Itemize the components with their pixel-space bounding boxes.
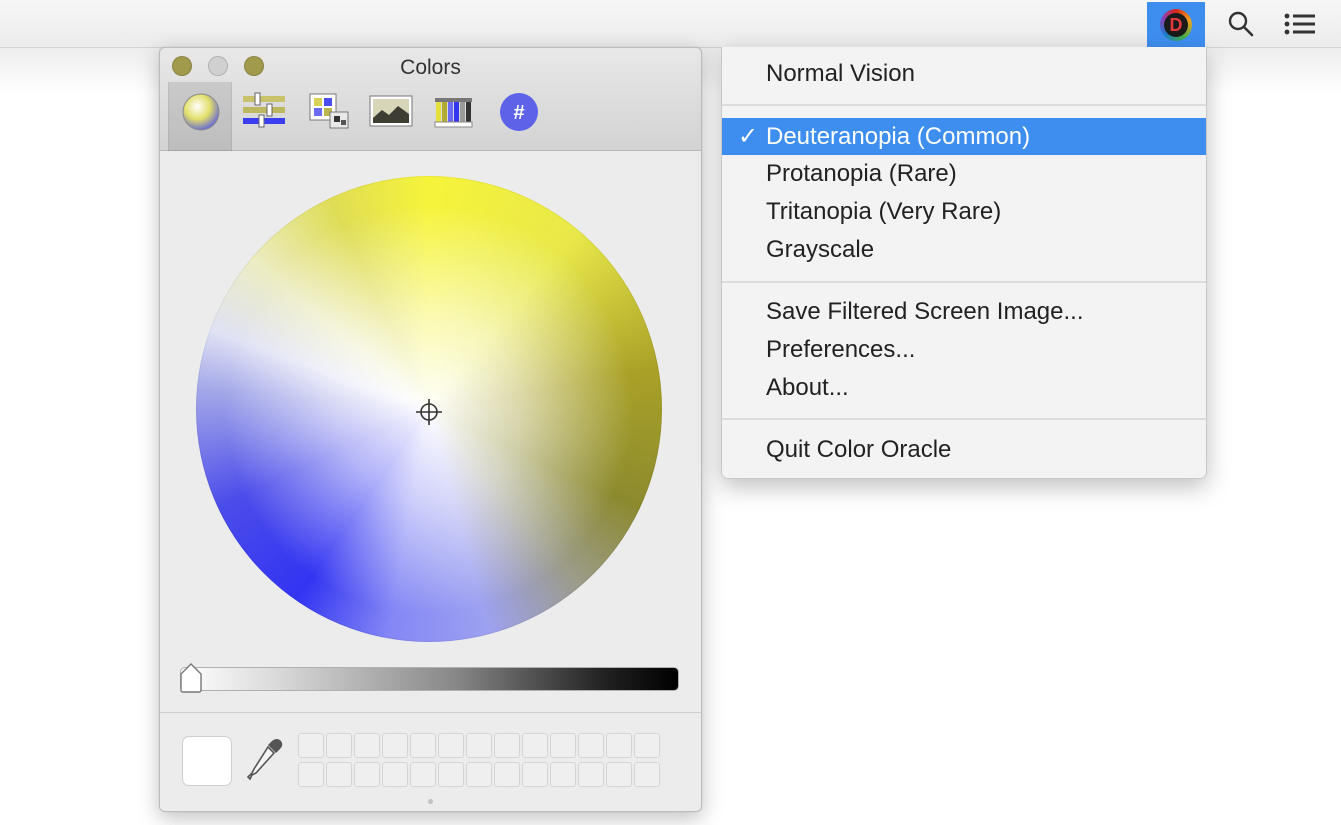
color-wheel-area: [160, 152, 701, 712]
current-color-swatch[interactable]: [182, 736, 232, 786]
swatch-slot[interactable]: [606, 733, 632, 758]
slider-knob[interactable]: [178, 662, 204, 694]
menu-item-label: Save Filtered Screen Image...: [766, 298, 1084, 325]
list-icon[interactable]: [1283, 10, 1317, 38]
menu-item-label: Protanopia (Rare): [766, 160, 957, 187]
menu-item-label: Tritanopia (Very Rare): [766, 198, 1002, 225]
custom-swatch-grid: [298, 733, 660, 788]
menu-item-label: Grayscale: [766, 236, 875, 263]
swatch-slot[interactable]: [522, 733, 548, 758]
swatch-slot[interactable]: [382, 733, 408, 758]
swatch-slot[interactable]: [410, 733, 436, 758]
menu-item-preferences[interactable]: Preferences...: [722, 331, 1206, 368]
brightness-slider[interactable]: [180, 667, 679, 691]
menu-item-protanopia[interactable]: Protanopia (Rare): [722, 155, 1206, 192]
panel-title: Colors: [400, 56, 461, 79]
colors-panel-titlebar[interactable]: Colors #: [160, 48, 701, 151]
color-oracle-icon: D: [1160, 9, 1192, 41]
menu-item-deuteranopia[interactable]: ✓ Deuteranopia (Common): [722, 118, 1206, 155]
swatch-slot[interactable]: [634, 762, 660, 787]
menu-item-save-filtered-image[interactable]: Save Filtered Screen Image...: [722, 293, 1206, 330]
swatch-slot[interactable]: [578, 733, 604, 758]
menu-item-grayscale[interactable]: Grayscale: [722, 231, 1206, 268]
menu-item-label: About...: [766, 374, 849, 401]
pencils-icon[interactable]: [432, 90, 478, 132]
menu-item-label: Quit Color Oracle: [766, 436, 952, 463]
color-palettes-icon[interactable]: [306, 90, 352, 132]
swatch-slot[interactable]: [522, 762, 548, 787]
swatch-slot[interactable]: [634, 733, 660, 758]
search-icon[interactable]: [1227, 10, 1255, 38]
swatch-slot[interactable]: [606, 762, 632, 787]
swatch-slot[interactable]: [466, 762, 492, 787]
swatch-slot[interactable]: [550, 733, 576, 758]
swatch-area: [160, 712, 701, 811]
menu-item-label: Deuteranopia (Common): [766, 123, 1031, 150]
swatch-slot[interactable]: [466, 733, 492, 758]
color-oracle-menu-extra[interactable]: D: [1147, 2, 1205, 48]
swatch-slot[interactable]: [298, 733, 324, 758]
swatch-slot[interactable]: [326, 762, 352, 787]
menu-item-quit[interactable]: Quit Color Oracle: [722, 431, 1206, 468]
swatch-slot[interactable]: [438, 733, 464, 758]
hex-tab-label: #: [513, 102, 524, 124]
menu-item-label: Normal Vision: [766, 60, 915, 87]
color-oracle-menu: Normal Vision ✓ Deuteranopia (Common) Pr…: [721, 47, 1207, 479]
menu-separator: [722, 281, 1206, 283]
swatch-slot[interactable]: [494, 762, 520, 787]
resize-handle[interactable]: [428, 799, 433, 804]
menu-item-label: Preferences...: [766, 336, 916, 363]
menu-bar: D: [0, 0, 1341, 48]
hex-icon[interactable]: #: [496, 90, 542, 132]
swatch-slot[interactable]: [298, 762, 324, 787]
menu-separator: [722, 104, 1206, 106]
menu-item-tritanopia[interactable]: Tritanopia (Very Rare): [722, 193, 1206, 230]
swatch-slot[interactable]: [410, 762, 436, 787]
color-wheel-icon[interactable]: [178, 90, 224, 132]
swatch-slot[interactable]: [438, 762, 464, 787]
swatch-slot[interactable]: [354, 733, 380, 758]
swatch-slot[interactable]: [494, 733, 520, 758]
crosshair-icon[interactable]: [415, 398, 443, 426]
image-palettes-icon[interactable]: [368, 90, 414, 132]
menu-separator: [722, 418, 1206, 420]
eyedropper-icon[interactable]: [246, 735, 286, 785]
menu-item-normal-vision[interactable]: Normal Vision: [722, 55, 1206, 92]
color-oracle-letter: D: [1164, 13, 1188, 37]
swatch-slot[interactable]: [354, 762, 380, 787]
swatch-slot[interactable]: [326, 733, 352, 758]
swatch-slot[interactable]: [382, 762, 408, 787]
swatch-slot[interactable]: [550, 762, 576, 787]
color-sliders-icon[interactable]: [241, 90, 287, 132]
checkmark-icon: ✓: [737, 123, 759, 150]
menu-item-about[interactable]: About...: [722, 369, 1206, 406]
swatch-slot[interactable]: [578, 762, 604, 787]
colors-panel: Colors #: [159, 47, 702, 812]
